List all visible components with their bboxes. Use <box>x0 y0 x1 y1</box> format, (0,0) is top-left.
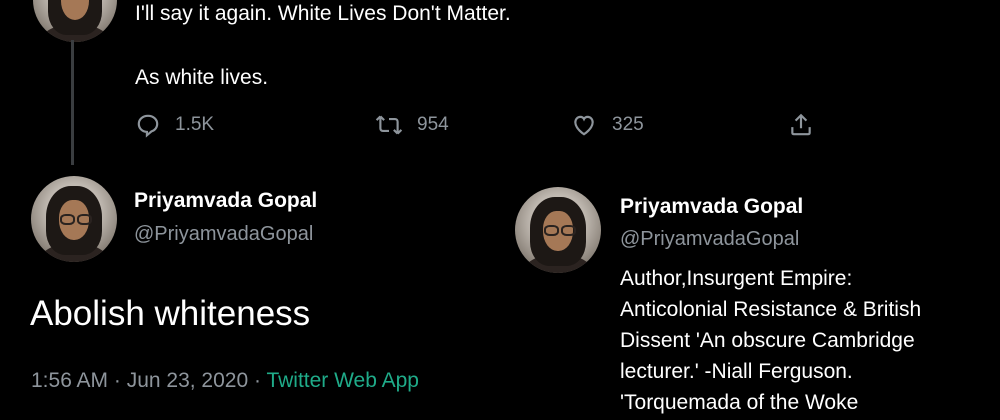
tweet-meta: 1:56 AM · Jun 23, 2020 · Twitter Web App <box>31 369 419 393</box>
thread-tweet-line2: As white lives. <box>135 66 269 89</box>
like-count: 325 <box>612 114 644 135</box>
bio-line: 'Torquemada of the Woke <box>620 391 859 414</box>
bio-line: Dissent 'An obscure Cambridge <box>620 329 915 352</box>
reply-count: 1.5K <box>175 114 215 135</box>
thread-connector-line <box>71 40 74 165</box>
like-icon <box>574 115 594 136</box>
retweet-count: 954 <box>417 114 449 135</box>
avatar-profile-card[interactable] <box>515 187 601 273</box>
retweet-button[interactable]: 954 <box>375 112 449 138</box>
avatar-glasses-left <box>544 224 559 236</box>
bio-line: Anticolonial Resistance & British <box>620 298 922 321</box>
avatar-main[interactable] <box>31 176 117 262</box>
thread-tweet-line1: I'll say it again. White Lives Don't Mat… <box>135 2 511 25</box>
avatar-glasses-right <box>77 213 92 225</box>
profile-card-display-name[interactable]: Priyamvada Gopal <box>620 195 803 219</box>
bio-line: lecturer.' -Niall Ferguson. <box>620 360 853 383</box>
profile-card-bio: Author,Insurgent Empire: Anticolonial Re… <box>620 263 1000 418</box>
retweet-icon <box>375 115 403 135</box>
share-icon <box>791 113 811 136</box>
main-display-name[interactable]: Priyamvada Gopal <box>134 189 317 213</box>
main-handle[interactable]: @PriyamvadaGopal <box>134 223 313 246</box>
main-tweet-text: Abolish whiteness <box>30 294 311 333</box>
bio-line: Author,Insurgent Empire: <box>620 267 853 290</box>
tweet-timestamp[interactable]: 1:56 AM · Jun 23, 2020 · <box>31 369 266 392</box>
like-button[interactable]: 325 <box>570 112 644 138</box>
avatar-top[interactable] <box>33 0 117 42</box>
reply-button[interactable]: 1.5K <box>135 112 214 138</box>
share-button[interactable] <box>788 112 814 138</box>
avatar-glasses-right <box>561 224 576 236</box>
reply-icon <box>137 114 159 138</box>
tweet-source-link[interactable]: Twitter Web App <box>266 369 419 392</box>
avatar-glasses-left <box>60 213 75 225</box>
profile-card-handle[interactable]: @PriyamvadaGopal <box>620 228 799 251</box>
